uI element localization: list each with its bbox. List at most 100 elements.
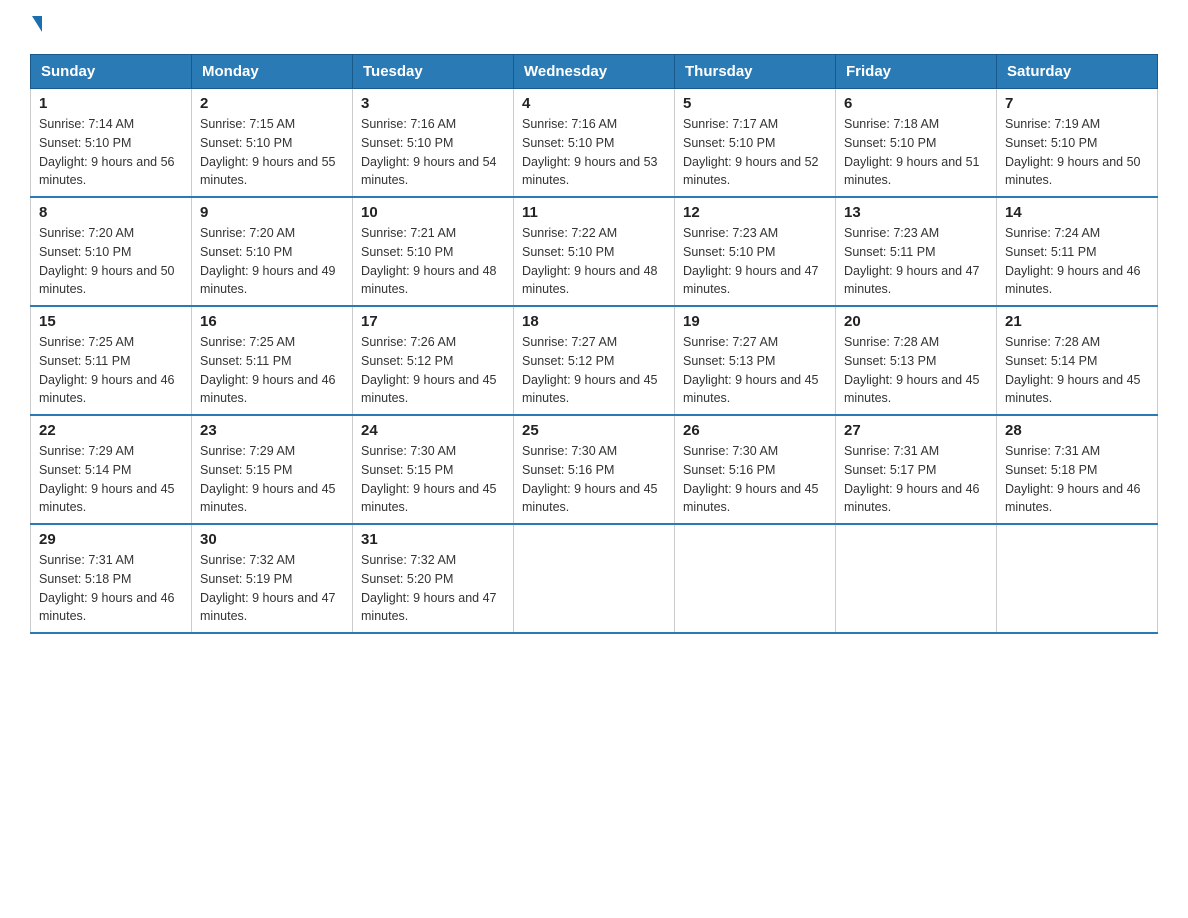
sunrise-label: Sunrise: 7:27 AM bbox=[522, 335, 617, 349]
sunrise-label: Sunrise: 7:29 AM bbox=[200, 444, 295, 458]
sunrise-label: Sunrise: 7:27 AM bbox=[683, 335, 778, 349]
table-cell bbox=[514, 524, 675, 633]
header-row: Sunday Monday Tuesday Wednesday Thursday… bbox=[31, 55, 1158, 89]
sunrise-label: Sunrise: 7:22 AM bbox=[522, 226, 617, 240]
table-cell: 11 Sunrise: 7:22 AM Sunset: 5:10 PM Dayl… bbox=[514, 197, 675, 306]
sunset-label: Sunset: 5:19 PM bbox=[200, 572, 292, 586]
sunrise-label: Sunrise: 7:14 AM bbox=[39, 117, 134, 131]
page-header bbox=[30, 20, 1158, 34]
daylight-label: Daylight: 9 hours and 55 minutes. bbox=[200, 155, 336, 188]
logo bbox=[30, 20, 42, 34]
sunrise-label: Sunrise: 7:23 AM bbox=[683, 226, 778, 240]
daylight-label: Daylight: 9 hours and 45 minutes. bbox=[1005, 373, 1141, 406]
daylight-label: Daylight: 9 hours and 45 minutes. bbox=[522, 373, 658, 406]
table-cell: 19 Sunrise: 7:27 AM Sunset: 5:13 PM Dayl… bbox=[675, 306, 836, 415]
day-number: 6 bbox=[844, 95, 988, 112]
sunrise-label: Sunrise: 7:20 AM bbox=[39, 226, 134, 240]
sunrise-label: Sunrise: 7:30 AM bbox=[361, 444, 456, 458]
day-info: Sunrise: 7:20 AM Sunset: 5:10 PM Dayligh… bbox=[200, 224, 344, 299]
day-number: 22 bbox=[39, 422, 183, 439]
sunrise-label: Sunrise: 7:23 AM bbox=[844, 226, 939, 240]
day-info: Sunrise: 7:23 AM Sunset: 5:10 PM Dayligh… bbox=[683, 224, 827, 299]
day-number: 11 bbox=[522, 204, 666, 221]
col-thursday: Thursday bbox=[675, 55, 836, 89]
daylight-label: Daylight: 9 hours and 52 minutes. bbox=[683, 155, 819, 188]
day-info: Sunrise: 7:27 AM Sunset: 5:12 PM Dayligh… bbox=[522, 333, 666, 408]
day-info: Sunrise: 7:25 AM Sunset: 5:11 PM Dayligh… bbox=[200, 333, 344, 408]
sunrise-label: Sunrise: 7:20 AM bbox=[200, 226, 295, 240]
sunset-label: Sunset: 5:17 PM bbox=[844, 463, 936, 477]
table-cell: 9 Sunrise: 7:20 AM Sunset: 5:10 PM Dayli… bbox=[192, 197, 353, 306]
col-tuesday: Tuesday bbox=[353, 55, 514, 89]
col-sunday: Sunday bbox=[31, 55, 192, 89]
table-cell: 20 Sunrise: 7:28 AM Sunset: 5:13 PM Dayl… bbox=[836, 306, 997, 415]
sunset-label: Sunset: 5:10 PM bbox=[1005, 136, 1097, 150]
sunset-label: Sunset: 5:10 PM bbox=[200, 136, 292, 150]
table-cell: 30 Sunrise: 7:32 AM Sunset: 5:19 PM Dayl… bbox=[192, 524, 353, 633]
day-info: Sunrise: 7:31 AM Sunset: 5:17 PM Dayligh… bbox=[844, 442, 988, 517]
table-cell: 3 Sunrise: 7:16 AM Sunset: 5:10 PM Dayli… bbox=[353, 89, 514, 198]
day-number: 24 bbox=[361, 422, 505, 439]
sunrise-label: Sunrise: 7:30 AM bbox=[522, 444, 617, 458]
daylight-label: Daylight: 9 hours and 47 minutes. bbox=[361, 591, 497, 624]
week-row-1: 1 Sunrise: 7:14 AM Sunset: 5:10 PM Dayli… bbox=[31, 89, 1158, 198]
day-number: 28 bbox=[1005, 422, 1149, 439]
day-number: 26 bbox=[683, 422, 827, 439]
sunset-label: Sunset: 5:10 PM bbox=[39, 136, 131, 150]
daylight-label: Daylight: 9 hours and 46 minutes. bbox=[1005, 482, 1141, 515]
day-number: 9 bbox=[200, 204, 344, 221]
table-cell: 27 Sunrise: 7:31 AM Sunset: 5:17 PM Dayl… bbox=[836, 415, 997, 524]
table-cell: 21 Sunrise: 7:28 AM Sunset: 5:14 PM Dayl… bbox=[997, 306, 1158, 415]
day-number: 29 bbox=[39, 531, 183, 548]
sunrise-label: Sunrise: 7:25 AM bbox=[39, 335, 134, 349]
daylight-label: Daylight: 9 hours and 50 minutes. bbox=[39, 264, 175, 297]
daylight-label: Daylight: 9 hours and 48 minutes. bbox=[522, 264, 658, 297]
sunset-label: Sunset: 5:13 PM bbox=[683, 354, 775, 368]
sunset-label: Sunset: 5:10 PM bbox=[522, 245, 614, 259]
week-row-2: 8 Sunrise: 7:20 AM Sunset: 5:10 PM Dayli… bbox=[31, 197, 1158, 306]
table-cell: 31 Sunrise: 7:32 AM Sunset: 5:20 PM Dayl… bbox=[353, 524, 514, 633]
table-cell: 5 Sunrise: 7:17 AM Sunset: 5:10 PM Dayli… bbox=[675, 89, 836, 198]
week-row-4: 22 Sunrise: 7:29 AM Sunset: 5:14 PM Dayl… bbox=[31, 415, 1158, 524]
sunrise-label: Sunrise: 7:21 AM bbox=[361, 226, 456, 240]
day-info: Sunrise: 7:32 AM Sunset: 5:20 PM Dayligh… bbox=[361, 551, 505, 626]
sunset-label: Sunset: 5:10 PM bbox=[844, 136, 936, 150]
sunrise-label: Sunrise: 7:31 AM bbox=[1005, 444, 1100, 458]
table-cell bbox=[675, 524, 836, 633]
day-number: 10 bbox=[361, 204, 505, 221]
sunset-label: Sunset: 5:13 PM bbox=[844, 354, 936, 368]
sunrise-label: Sunrise: 7:31 AM bbox=[39, 553, 134, 567]
week-row-5: 29 Sunrise: 7:31 AM Sunset: 5:18 PM Dayl… bbox=[31, 524, 1158, 633]
day-number: 17 bbox=[361, 313, 505, 330]
day-number: 5 bbox=[683, 95, 827, 112]
day-number: 18 bbox=[522, 313, 666, 330]
day-info: Sunrise: 7:23 AM Sunset: 5:11 PM Dayligh… bbox=[844, 224, 988, 299]
day-info: Sunrise: 7:27 AM Sunset: 5:13 PM Dayligh… bbox=[683, 333, 827, 408]
table-cell: 17 Sunrise: 7:26 AM Sunset: 5:12 PM Dayl… bbox=[353, 306, 514, 415]
day-number: 1 bbox=[39, 95, 183, 112]
week-row-3: 15 Sunrise: 7:25 AM Sunset: 5:11 PM Dayl… bbox=[31, 306, 1158, 415]
table-cell: 26 Sunrise: 7:30 AM Sunset: 5:16 PM Dayl… bbox=[675, 415, 836, 524]
day-number: 20 bbox=[844, 313, 988, 330]
day-info: Sunrise: 7:29 AM Sunset: 5:15 PM Dayligh… bbox=[200, 442, 344, 517]
day-number: 25 bbox=[522, 422, 666, 439]
table-cell: 22 Sunrise: 7:29 AM Sunset: 5:14 PM Dayl… bbox=[31, 415, 192, 524]
day-number: 23 bbox=[200, 422, 344, 439]
day-info: Sunrise: 7:22 AM Sunset: 5:10 PM Dayligh… bbox=[522, 224, 666, 299]
table-cell: 28 Sunrise: 7:31 AM Sunset: 5:18 PM Dayl… bbox=[997, 415, 1158, 524]
day-number: 27 bbox=[844, 422, 988, 439]
daylight-label: Daylight: 9 hours and 45 minutes. bbox=[683, 482, 819, 515]
sunrise-label: Sunrise: 7:32 AM bbox=[361, 553, 456, 567]
sunset-label: Sunset: 5:11 PM bbox=[39, 354, 131, 368]
daylight-label: Daylight: 9 hours and 47 minutes. bbox=[200, 591, 336, 624]
daylight-label: Daylight: 9 hours and 45 minutes. bbox=[844, 373, 980, 406]
sunset-label: Sunset: 5:15 PM bbox=[361, 463, 453, 477]
sunrise-label: Sunrise: 7:28 AM bbox=[1005, 335, 1100, 349]
table-cell: 23 Sunrise: 7:29 AM Sunset: 5:15 PM Dayl… bbox=[192, 415, 353, 524]
day-info: Sunrise: 7:17 AM Sunset: 5:10 PM Dayligh… bbox=[683, 115, 827, 190]
daylight-label: Daylight: 9 hours and 56 minutes. bbox=[39, 155, 175, 188]
sunrise-label: Sunrise: 7:17 AM bbox=[683, 117, 778, 131]
col-monday: Monday bbox=[192, 55, 353, 89]
day-number: 15 bbox=[39, 313, 183, 330]
sunset-label: Sunset: 5:10 PM bbox=[361, 245, 453, 259]
